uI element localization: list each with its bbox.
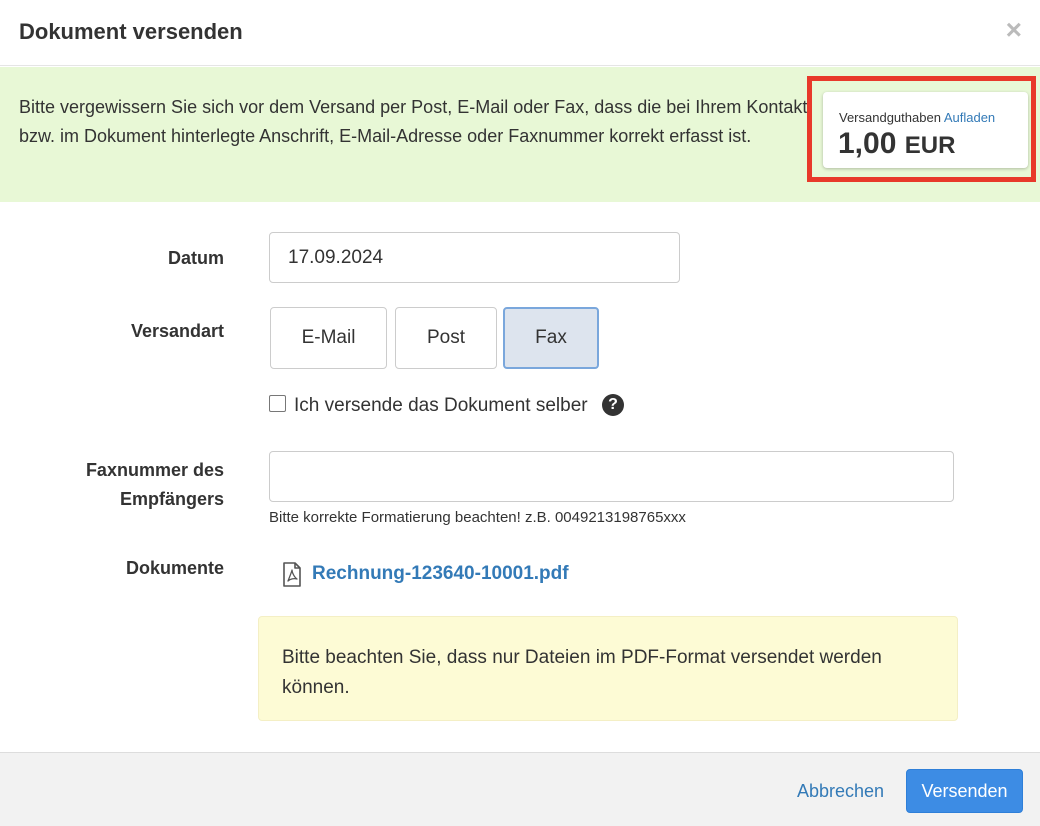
dialog-title: Dokument versenden: [19, 19, 243, 44]
fax-label-line2: Empfängers: [119, 489, 224, 509]
shipping-method-label: Versandart: [130, 321, 224, 341]
fax-label-line1: Faxnummer des: [85, 460, 224, 480]
dialog-header: Dokument versenden ×: [0, 0, 1040, 66]
credit-currency: EUR: [904, 132, 956, 159]
pdf-format-notice: Bitte beachten Sie, dass nur Dateien im …: [258, 616, 958, 721]
shipping-option-post[interactable]: Post: [395, 307, 497, 369]
question-circle-icon[interactable]: ?: [602, 394, 624, 416]
fax-format-hint: Bitte korrekte Formatierung beachten! z.…: [269, 509, 686, 526]
credit-label-line: Versandguthaben Aufladen: [839, 110, 995, 125]
credit-amount: 1,00 EUR: [838, 127, 955, 161]
cancel-button[interactable]: Abbrechen: [797, 781, 884, 802]
self-send-label[interactable]: Ich versende das Dokument selber: [294, 395, 588, 417]
document-file-link[interactable]: Rechnung-123640-10001.pdf: [312, 563, 569, 585]
credit-highlight-frame: Versandguthaben Aufladen 1,00 EUR: [807, 76, 1036, 182]
top-up-link[interactable]: Aufladen: [944, 110, 995, 125]
self-send-checkbox[interactable]: [269, 395, 286, 412]
documents-label: Dokumente: [125, 558, 224, 578]
dialog-footer: Abbrechen Versenden: [0, 752, 1040, 826]
credit-label: Versandguthaben: [839, 110, 941, 125]
date-input[interactable]: [269, 232, 680, 283]
fax-number-label: Faxnummer des Empfängers: [20, 456, 224, 514]
pdf-format-notice-text: Bitte beachten Sie, dass nur Dateien im …: [282, 647, 882, 698]
date-label: Datum: [167, 248, 224, 268]
close-icon[interactable]: ×: [1006, 16, 1022, 44]
credit-value: 1,00: [838, 127, 897, 160]
pdf-file-icon: [283, 562, 301, 587]
shipping-option-fax[interactable]: Fax: [503, 307, 599, 369]
send-button[interactable]: Versenden: [906, 769, 1023, 813]
fax-number-input[interactable]: [269, 451, 954, 502]
notice-text: Bitte vergewissern Sie sich vor dem Vers…: [19, 97, 808, 146]
shipping-option-email[interactable]: E-Mail: [270, 307, 387, 369]
shipping-credit-card: Versandguthaben Aufladen 1,00 EUR: [823, 92, 1028, 168]
